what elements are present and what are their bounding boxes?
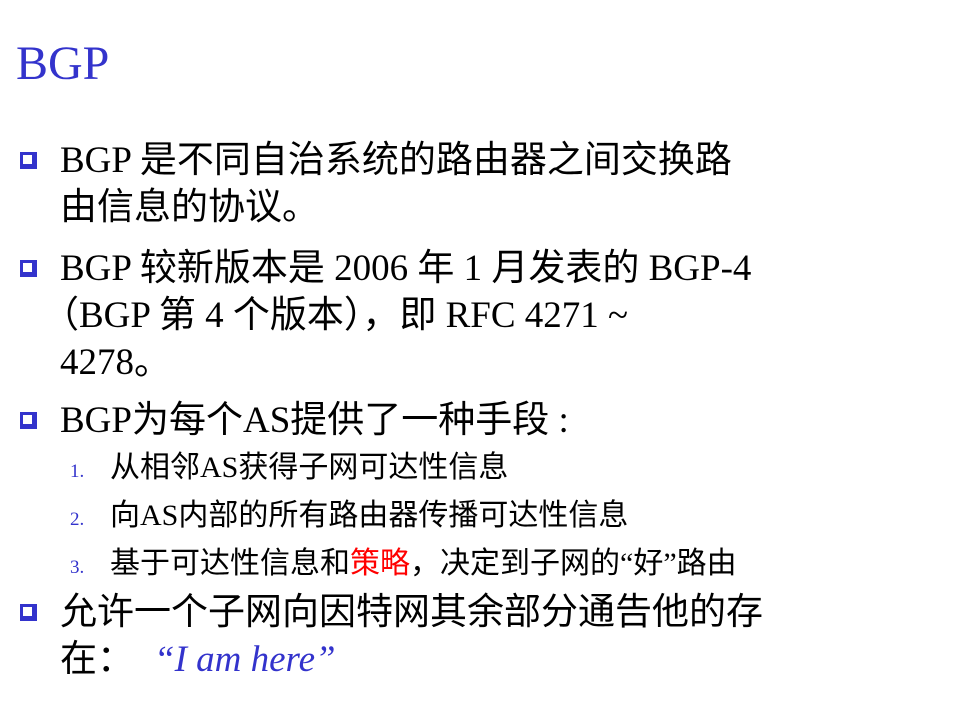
sub-item-2: 2. 向AS内部的所有路由器传播可达性信息 xyxy=(70,492,628,544)
bullet-bgp-version: BGP 较新版本是 2006 年 1 月发表的 BGP-4 （BGP 第 4 个… xyxy=(20,245,752,386)
sub-item-highlight: 策略 xyxy=(350,547,410,580)
bullet-text-line: BGP 较新版本是 2006 年 1 月发表的 BGP-4 xyxy=(60,248,752,289)
bullet-text-line: BGP为每个AS提供了一种手段 : xyxy=(60,400,569,441)
sub-item-number: 1. xyxy=(70,461,85,482)
i-am-here-quote: “I am here” xyxy=(154,639,336,680)
bullet-bgp-means: BGP为每个AS提供了一种手段 : xyxy=(20,397,569,444)
bullet-announce: 允许一个子网向因特网其余部分通告他的存 在： “I am here” xyxy=(20,589,763,683)
sub-item-text: 向AS内部的所有路由器传播可达性信息 xyxy=(110,499,629,532)
bullet-text: 在： xyxy=(60,639,134,680)
bullet-text-line: 在： “I am here” xyxy=(60,636,763,683)
square-bullet-icon xyxy=(20,260,37,277)
sub-item-number: 3. xyxy=(70,557,85,578)
square-bullet-icon xyxy=(20,604,37,621)
bullet-text-line: （BGP 第 4 个版本），即 RFC 4271 ~ xyxy=(42,295,629,336)
sub-item-1: 1. 从相邻AS获得子网可达性信息 xyxy=(70,444,508,496)
slide-title: BGP xyxy=(16,37,110,90)
sub-item-number: 2. xyxy=(70,509,85,530)
bullet-bgp-definition: BGP 是不同自治系统的路由器之间交换路 由信息的协议。 xyxy=(20,137,732,231)
sub-item-text: ，决定到子网的“好”路由 xyxy=(410,547,737,580)
bullet-text-line: 允许一个子网向因特网其余部分通告他的存 xyxy=(60,592,763,633)
sub-item-text: 从相邻AS获得子网可达性信息 xyxy=(110,451,509,484)
sub-item-3: 3. 基于可达性信息和策略，决定到子网的“好”路由 xyxy=(70,540,737,592)
bullet-text-line: 4278。 xyxy=(60,342,171,383)
square-bullet-icon xyxy=(20,412,37,429)
bullet-text-line: BGP 是不同自治系统的路由器之间交换路 xyxy=(60,140,732,181)
sub-item-text: 基于可达性信息和 xyxy=(110,547,350,580)
square-bullet-icon xyxy=(20,152,37,169)
bullet-text-line: 由信息的协议。 xyxy=(60,187,319,228)
